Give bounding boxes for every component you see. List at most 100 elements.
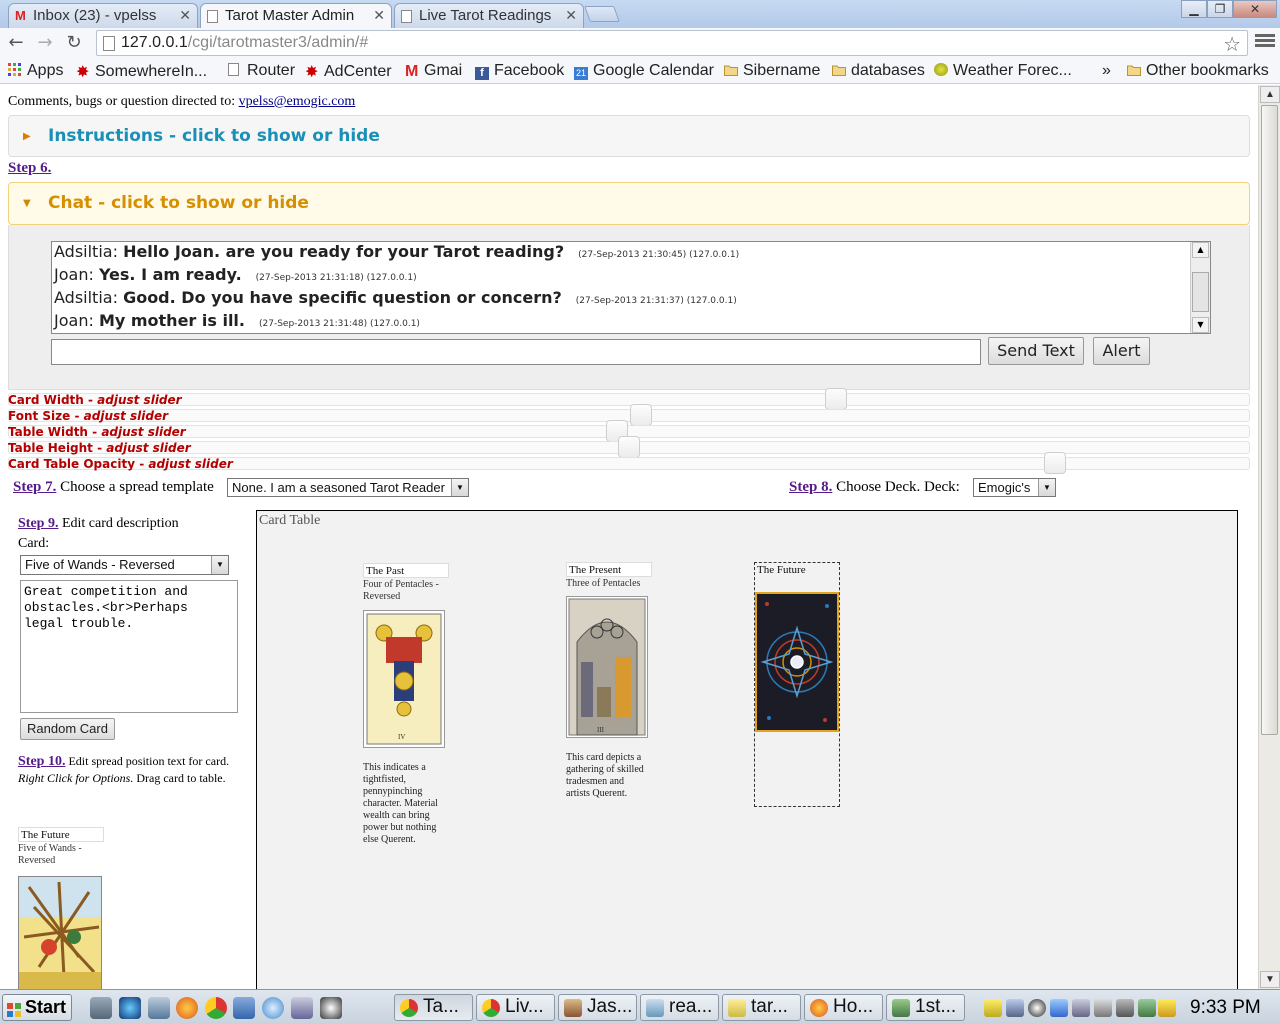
taskbar-task[interactable]: Ho... <box>804 994 883 1021</box>
taskbar-task[interactable]: rea... <box>640 994 719 1021</box>
volume-icon[interactable] <box>1116 999 1134 1017</box>
chat-accordion-header[interactable]: ▼ Chat - click to show or hide <box>8 182 1250 225</box>
scroll-up-arrow-icon[interactable]: ▲ <box>1192 242 1209 258</box>
instructions-accordion[interactable]: ▶ Instructions - click to show or hide <box>8 115 1250 157</box>
spread-template-select[interactable]: None. I am a seasoned Tarot Reader ▼ <box>227 478 469 497</box>
staging-position-text[interactable]: The Future <box>18 827 104 842</box>
bookmarks-overflow-button[interactable]: » <box>1102 62 1111 80</box>
step10-link[interactable]: Step 10. <box>18 754 65 769</box>
minimize-button[interactable]: ▁ <box>1181 0 1207 18</box>
table-card-past[interactable]: The Past Four of Pentacles - Reversed IV… <box>363 563 453 846</box>
deck-select[interactable]: Emogic's ▼ <box>973 478 1056 497</box>
card-back-image[interactable] <box>755 592 839 732</box>
chat-log[interactable]: Adsiltia: Hello Joan. are you ready for … <box>51 241 1211 334</box>
step8-link[interactable]: Step 8. <box>789 479 832 495</box>
close-icon[interactable]: ✕ <box>179 7 191 24</box>
shield-icon[interactable] <box>1158 999 1176 1017</box>
quicklaunch-app-icon[interactable] <box>320 997 342 1019</box>
bluetooth-icon[interactable] <box>1050 999 1068 1017</box>
tray-app-icon[interactable] <box>1072 999 1090 1017</box>
bookmark-gmail[interactable]: M Gmai <box>405 62 462 80</box>
position-text[interactable]: The Present <box>566 562 652 577</box>
three-of-pentacles-card-image[interactable]: III <box>566 596 648 738</box>
bookmark-weather[interactable]: Weather Forec... <box>934 62 1072 80</box>
scroll-up-arrow-icon[interactable]: ▲ <box>1260 86 1280 103</box>
chrome-icon[interactable] <box>205 997 227 1019</box>
table-card-present[interactable]: The Present Three of Pentacles III This … <box>566 562 656 800</box>
four-of-pentacles-card-image[interactable]: IV <box>363 610 445 748</box>
bookmark-star-icon[interactable]: ☆ <box>1223 32 1241 56</box>
page-scrollbar[interactable]: ▲ ▼ <box>1258 85 1280 989</box>
address-bar[interactable]: 127.0.0.1/cgi/tarotmaster3/admin/# ☆ <box>96 30 1248 56</box>
firefox-icon[interactable] <box>176 997 198 1019</box>
staging-card[interactable]: The Future Five of Wands - Reversed <box>18 827 108 989</box>
virtualbox-icon[interactable] <box>291 997 313 1019</box>
maximize-button[interactable]: ❐ <box>1207 0 1233 18</box>
new-tab-button[interactable] <box>584 6 620 22</box>
start-button[interactable]: Start <box>2 994 72 1021</box>
forward-arrow-icon[interactable]: → <box>33 31 57 55</box>
chat-scrollbar[interactable]: ▲ ▼ <box>1190 242 1210 333</box>
bookmark-facebook[interactable]: f Facebook <box>475 62 564 80</box>
tab-inbox[interactable]: M Inbox (23) - vpelss ✕ <box>8 3 198 28</box>
card-width-slider[interactable] <box>8 388 1250 410</box>
bookmark-somewherein[interactable]: ✸ SomewhereIn... <box>76 62 207 81</box>
taskbar-task[interactable]: Ta... <box>394 994 473 1021</box>
five-of-wands-card-image[interactable] <box>18 876 102 989</box>
position-text[interactable]: The Past <box>363 563 449 578</box>
position-text[interactable]: The Future <box>755 563 839 578</box>
scroll-down-arrow-icon[interactable]: ▼ <box>1260 971 1280 988</box>
close-icon[interactable]: ✕ <box>565 7 577 24</box>
clock[interactable]: 9:33 PM <box>1190 997 1261 1019</box>
random-card-button[interactable]: Random Card <box>20 718 115 740</box>
scroll-thumb[interactable] <box>1192 272 1209 312</box>
tab-live-readings[interactable]: Live Tarot Readings ✕ <box>394 3 584 28</box>
reload-icon[interactable]: ↻ <box>62 31 86 55</box>
quicklaunch-app-icon[interactable] <box>233 997 255 1019</box>
taskbar-task[interactable]: 1st... <box>886 994 965 1021</box>
alert-button[interactable]: Alert <box>1093 337 1150 365</box>
close-icon[interactable]: ✕ <box>373 7 385 24</box>
bookmark-sibername[interactable]: Sibername <box>724 62 820 80</box>
send-text-button[interactable]: Send Text <box>988 337 1084 365</box>
table-card-future[interactable]: The Future <box>754 562 840 807</box>
slider-handle[interactable] <box>825 388 847 410</box>
card-table[interactable]: Card Table The Past Four of Pentacles - … <box>256 510 1238 989</box>
bookmark-databases[interactable]: databases <box>832 62 925 80</box>
taskbar-task[interactable]: Liv... <box>476 994 555 1021</box>
tray-app-icon[interactable] <box>1094 999 1112 1017</box>
tray-app-icon[interactable] <box>1138 999 1156 1017</box>
close-window-button[interactable]: ✕ <box>1233 0 1277 18</box>
scroll-thumb[interactable] <box>1261 105 1278 735</box>
tray-eye-icon[interactable] <box>1028 999 1046 1017</box>
card-select[interactable]: Five of Wands - Reversed ▼ <box>20 555 229 575</box>
page-icon <box>401 10 415 23</box>
back-arrow-icon[interactable]: ← <box>4 31 28 55</box>
taskbar-task[interactable]: Jas... <box>558 994 637 1021</box>
media-player-icon[interactable] <box>262 997 284 1019</box>
bookmark-google-calendar[interactable]: 21 Google Calendar <box>574 62 714 80</box>
tray-app-icon[interactable] <box>984 999 1002 1017</box>
step6-link[interactable]: Step 6. <box>8 160 51 177</box>
slider-handle[interactable] <box>630 404 652 426</box>
font-size-slider[interactable] <box>8 404 1250 426</box>
bookmark-router[interactable]: Router <box>228 62 295 80</box>
slider-handle[interactable] <box>1044 452 1066 474</box>
internet-explorer-icon[interactable] <box>119 997 141 1019</box>
step7-link[interactable]: Step 7. <box>13 479 56 495</box>
slider-handle[interactable] <box>618 436 640 458</box>
tab-tarot-admin[interactable]: Tarot Master Admin ✕ <box>200 3 392 28</box>
chat-input[interactable] <box>51 339 981 365</box>
step9-link[interactable]: Step 9. <box>18 516 58 531</box>
network-icon[interactable] <box>1006 999 1024 1017</box>
bookmark-apps[interactable]: Apps <box>8 62 63 80</box>
scroll-down-arrow-icon[interactable]: ▼ <box>1192 317 1209 333</box>
quicklaunch-app-icon[interactable] <box>148 997 170 1019</box>
taskbar-task[interactable]: tar... <box>722 994 801 1021</box>
contact-email-link[interactable]: vpelss@emogic.com <box>239 94 356 109</box>
menu-icon[interactable] <box>1255 32 1275 52</box>
other-bookmarks[interactable]: Other bookmarks <box>1127 62 1269 80</box>
card-description-textarea[interactable]: Great competition and obstacles.<br>Perh… <box>20 580 238 713</box>
bookmark-adcenter[interactable]: ✸ AdCenter <box>305 62 392 81</box>
quicklaunch-desktop-icon[interactable] <box>90 997 112 1019</box>
